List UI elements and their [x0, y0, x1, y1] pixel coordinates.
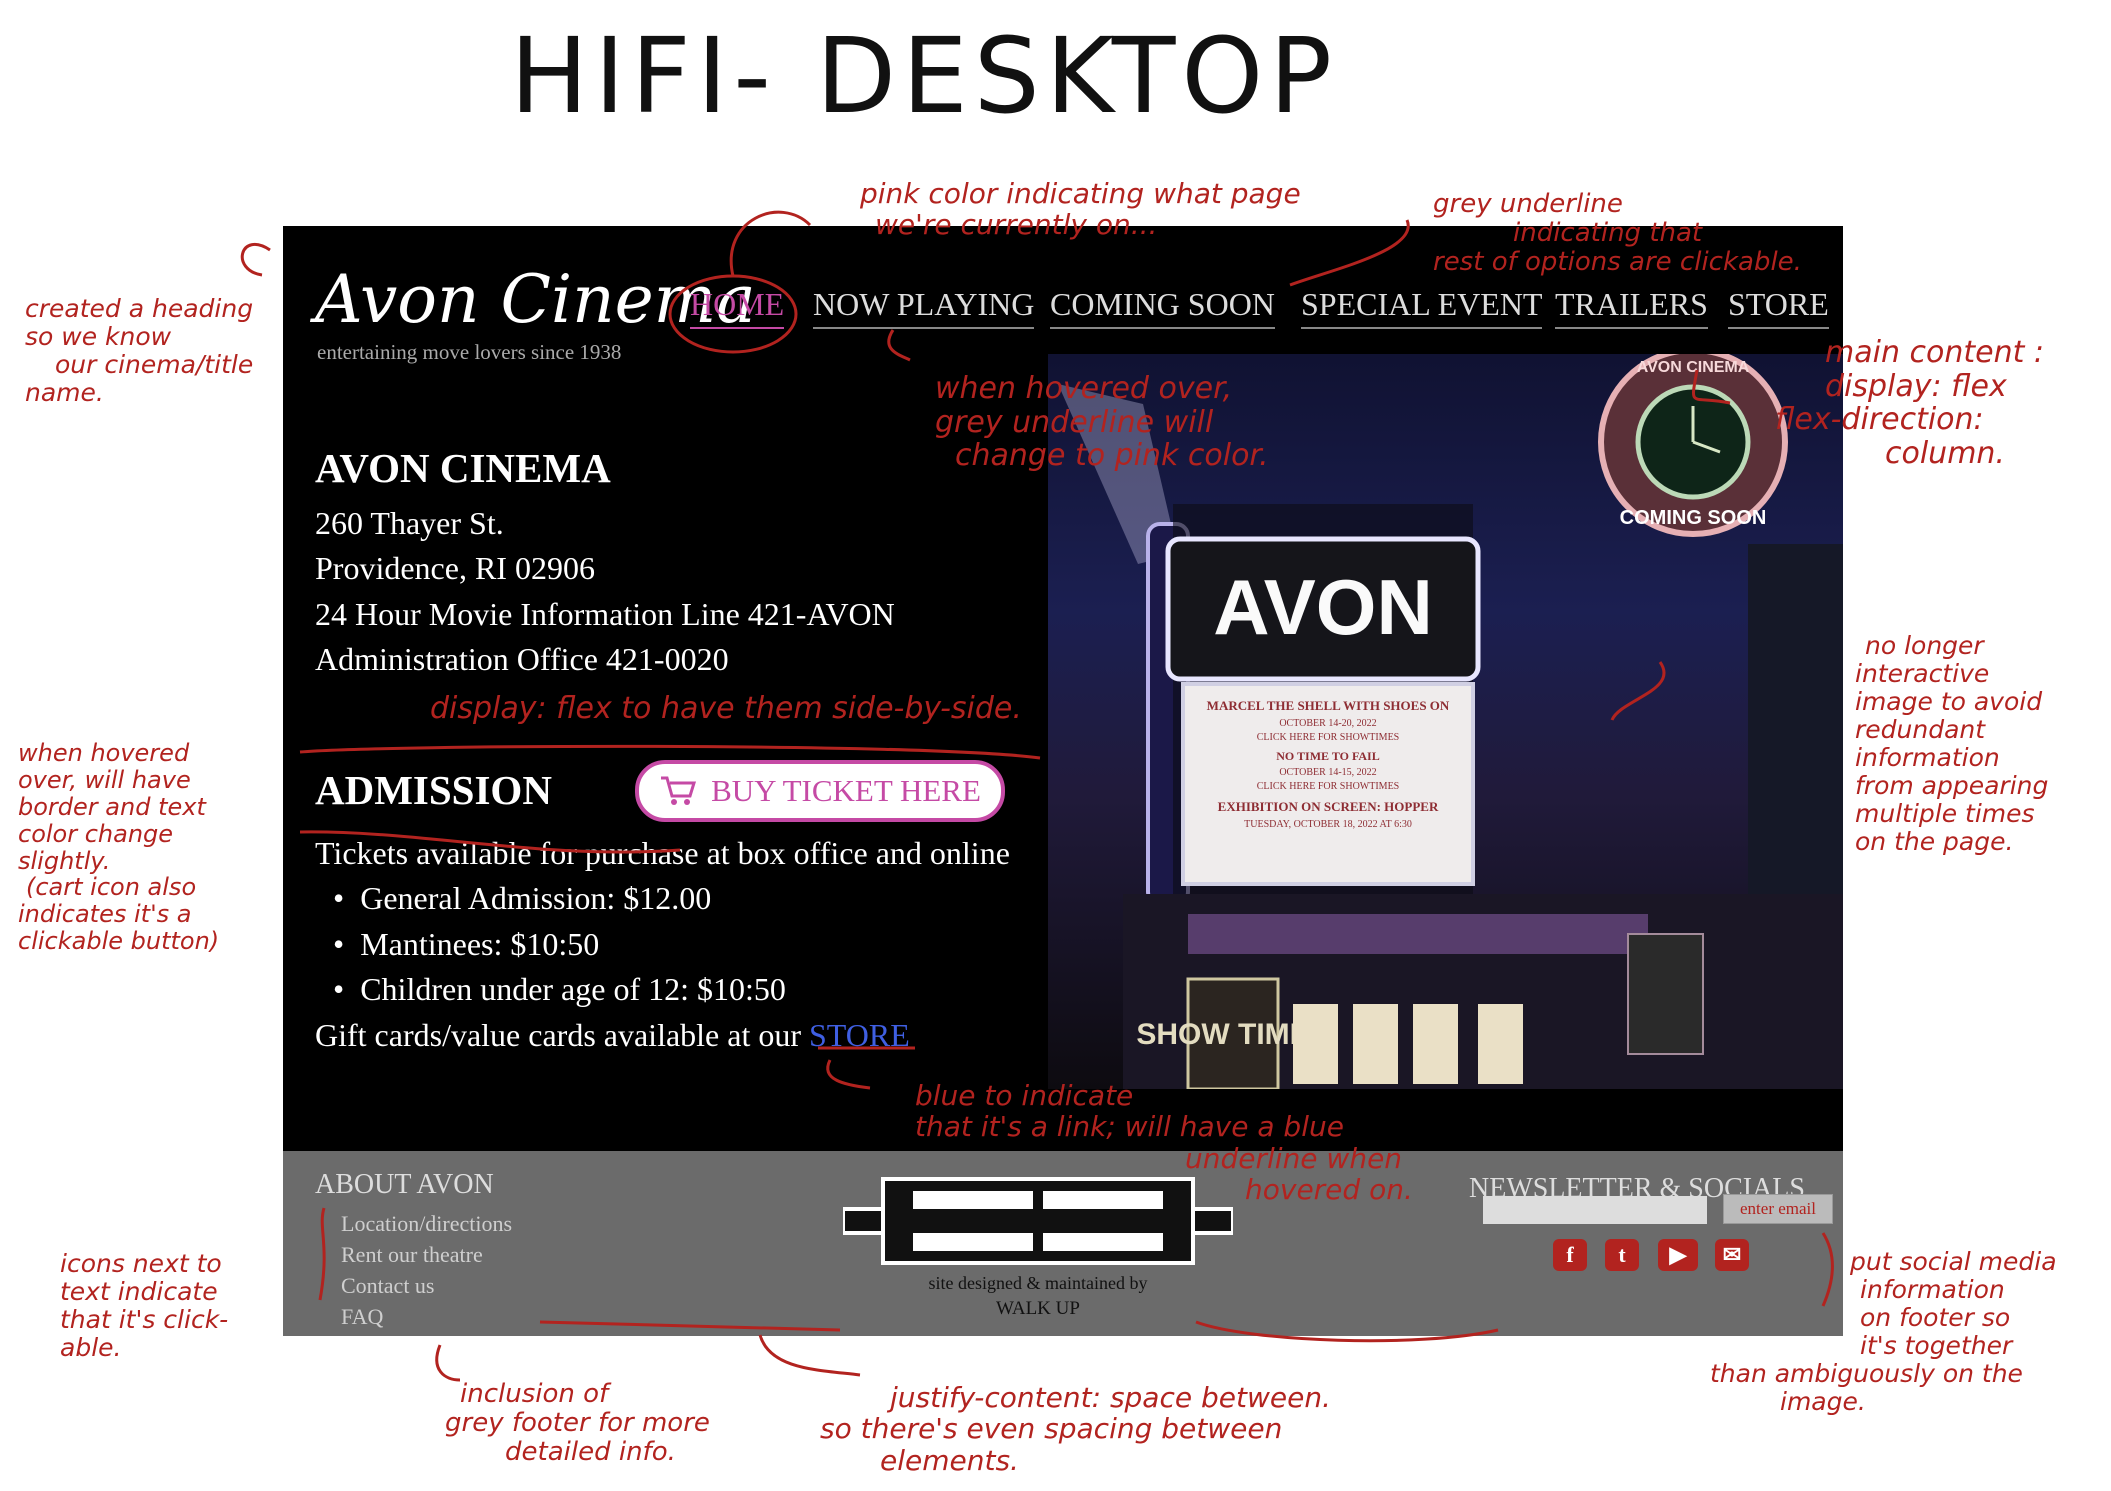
annotation-strokes [240, 210, 1834, 1382]
